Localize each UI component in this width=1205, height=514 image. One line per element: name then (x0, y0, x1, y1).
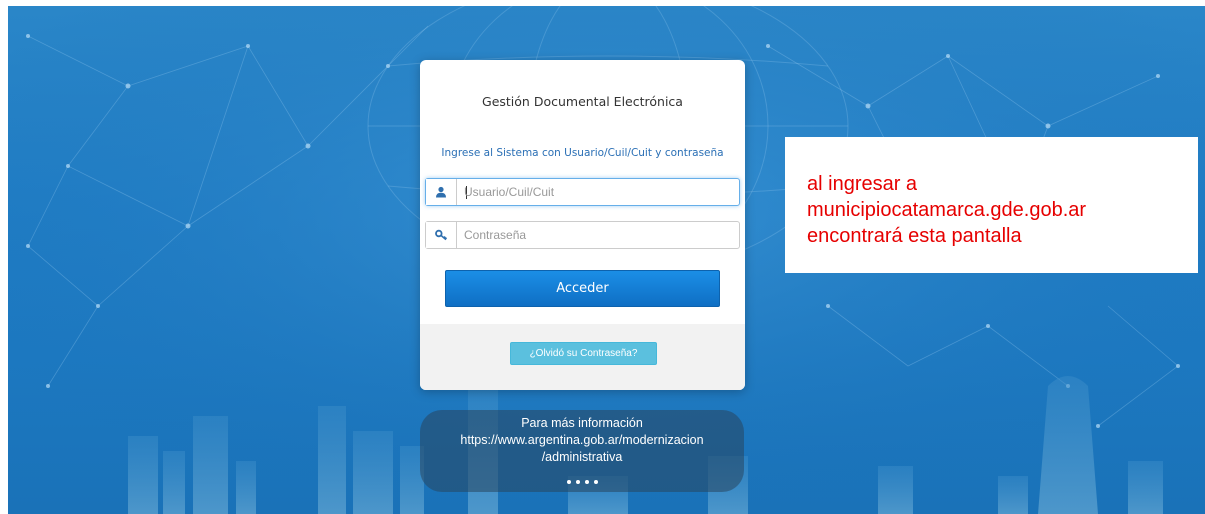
annotation-url: municipiocatamarca.gde.gob.ar (807, 199, 1087, 221)
annotation-line-1: al ingresar a (807, 173, 918, 195)
login-instructions: Ingrese al Sistema con Usuario/Cuil/Cuit… (441, 147, 724, 159)
info-link[interactable]: https://www.argentina.gob.ar/modernizaci… (420, 432, 744, 449)
password-input[interactable] (464, 222, 734, 248)
acceder-button[interactable]: Acceder (445, 270, 720, 307)
annotation-box: al ingresar a municipiocatamarca.gde.gob… (785, 137, 1198, 273)
info-heading: Para más información (521, 416, 643, 430)
annotation-line-3: encontrará esta pantalla (807, 225, 1022, 247)
login-card: Gestión Documental Electrónica Ingrese a… (420, 60, 745, 390)
carousel-dot[interactable] (593, 480, 598, 484)
info-link-continued[interactable]: /administrativa (420, 449, 744, 466)
carousel-dot[interactable] (575, 480, 580, 484)
key-icon (426, 222, 457, 248)
username-field[interactable] (425, 178, 740, 206)
password-field[interactable] (425, 221, 740, 249)
card-footer: ¿Olvidó su Contraseña? (420, 324, 745, 390)
carousel-dots (420, 480, 744, 484)
app-title: Gestión Documental Electrónica (482, 94, 683, 109)
login-background: Gestión Documental Electrónica Ingrese a… (8, 6, 1205, 514)
carousel-dot[interactable] (566, 480, 571, 484)
username-input[interactable] (464, 179, 734, 205)
info-panel: Para más información https://www.argenti… (420, 410, 744, 492)
forgot-password-button[interactable]: ¿Olvidó su Contraseña? (510, 342, 657, 365)
user-icon (426, 179, 457, 205)
carousel-dot[interactable] (584, 480, 589, 484)
